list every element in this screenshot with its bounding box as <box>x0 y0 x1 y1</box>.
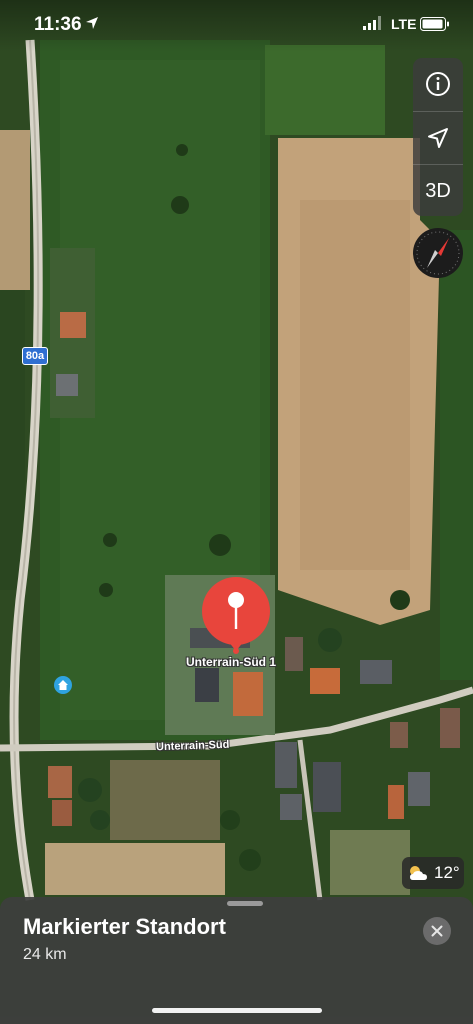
close-button[interactable] <box>423 917 451 945</box>
weather-temperature: 12° <box>434 863 460 882</box>
partly-cloudy-icon <box>410 866 427 880</box>
sheet-grabber[interactable] <box>227 901 263 906</box>
close-icon <box>431 925 443 937</box>
location-arrow-icon <box>86 17 98 29</box>
place-distance: 24 km <box>23 946 67 963</box>
map-controls: 3D <box>413 58 463 216</box>
road-number-badge: 80a <box>22 347 48 365</box>
battery-icon <box>420 17 449 31</box>
location-arrow-icon <box>428 128 448 148</box>
home-poi-marker[interactable] <box>54 676 72 694</box>
place-title: Markierter Standort <box>23 914 226 939</box>
current-location-button[interactable] <box>413 111 463 164</box>
info-button[interactable] <box>413 58 463 110</box>
network-type: LTE <box>391 16 417 32</box>
weather-widget: 12° <box>402 857 464 889</box>
status-time: 11:36 <box>34 14 82 35</box>
3d-view-button[interactable]: 3D <box>413 164 463 216</box>
home-indicator[interactable] <box>152 1008 322 1013</box>
home-icon <box>58 680 68 690</box>
place-label: Unterrain-Süd 1 <box>186 655 277 669</box>
info-icon <box>426 72 450 96</box>
status-bar: 11:36 LTE <box>0 0 473 52</box>
place-card[interactable]: Markierter Standort 24 km <box>0 897 473 1024</box>
street-label: Unterrain-Süd <box>155 738 230 754</box>
dropped-pin-marker[interactable] <box>200 577 272 655</box>
compass-icon[interactable] <box>413 228 463 278</box>
signal-strength-icon <box>363 16 381 30</box>
